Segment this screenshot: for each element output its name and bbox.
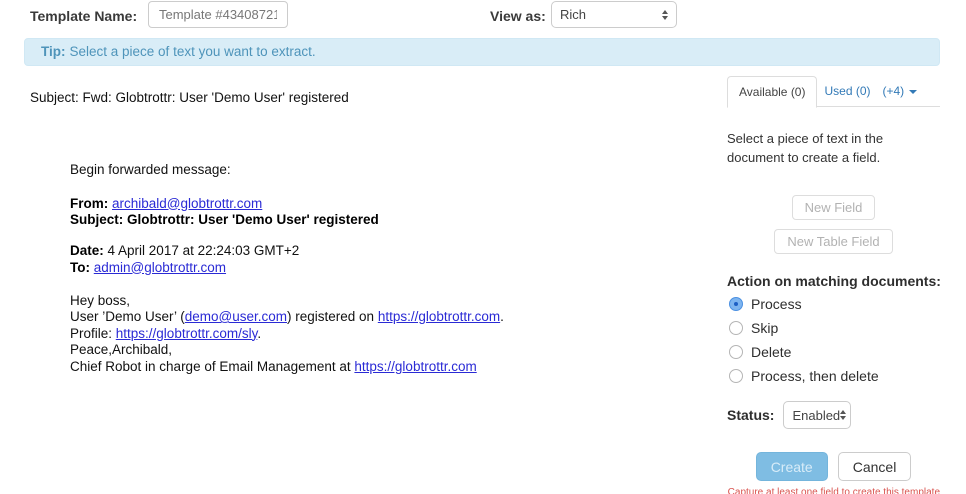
subject-value[interactable]: Globtrottr: User 'Demo User' registered: [127, 212, 379, 227]
profile-line-text[interactable]: Profile:: [70, 326, 116, 341]
profile-link[interactable]: https://globtrottr.com/sly: [116, 326, 258, 341]
to-label[interactable]: To:: [70, 260, 90, 275]
template-name-input[interactable]: [148, 1, 288, 28]
to-email-link[interactable]: admin@globtrottr.com: [94, 260, 226, 275]
updown-arrows-icon: [840, 410, 846, 420]
registered-line-text[interactable]: User ’Demo User’ (: [70, 309, 185, 324]
profile-line-end[interactable]: .: [257, 326, 261, 341]
email-headers-block[interactable]: From: archibald@globtrottr.com Subject: …: [70, 196, 670, 229]
fields-sidebar: Available (0)Used (0) (+4) Select a piece…: [727, 75, 940, 494]
new-field-button[interactable]: New Field: [792, 195, 876, 220]
radio-process-then-delete-label: Process, then delete: [751, 368, 879, 384]
signature-link[interactable]: https://globtrottr.com: [354, 359, 476, 374]
tab-available[interactable]: Available (0): [727, 76, 817, 108]
from-label[interactable]: From:: [70, 196, 108, 211]
status-select[interactable]: Enabled: [783, 401, 851, 429]
fields-tabbar: Available (0)Used (0) (+4): [727, 75, 940, 107]
view-as-label: View as:: [490, 8, 546, 24]
status-row: Status: Enabled: [727, 401, 940, 429]
tab-more-label: (+4): [883, 84, 905, 98]
action-heading: Action on matching documents:: [727, 273, 940, 289]
begin-forwarded-line[interactable]: Begin forwarded message:: [70, 162, 670, 179]
radio-delete[interactable]: Delete: [727, 340, 940, 364]
tab-more[interactable]: (+4): [878, 76, 923, 108]
date-label[interactable]: Date:: [70, 243, 104, 258]
greeting-line[interactable]: Hey boss,: [70, 293, 130, 308]
registered-line-mid[interactable]: ) registered on: [287, 309, 378, 324]
tip-text: Select a piece of text you want to extra…: [70, 44, 316, 59]
radio-selected-icon[interactable]: [729, 297, 743, 311]
signoff-line[interactable]: Peace,Archibald,: [70, 342, 172, 357]
updown-arrows-icon: [662, 10, 668, 20]
subject-label[interactable]: Subject:: [70, 212, 123, 227]
demo-user-email-link[interactable]: demo@user.com: [185, 309, 287, 324]
email-message-block[interactable]: Hey boss, User ’Demo User’ (demo@user.co…: [70, 293, 670, 376]
radio-skip-label: Skip: [751, 320, 778, 336]
radio-process-label: Process: [751, 296, 802, 312]
new-table-field-button[interactable]: New Table Field: [774, 229, 892, 254]
registered-line-end[interactable]: .: [500, 309, 504, 324]
chevron-down-icon: [909, 90, 917, 94]
radio-delete-label: Delete: [751, 344, 791, 360]
radio-process[interactable]: Process: [727, 292, 940, 316]
template-editor-window: Template Name: View as: Rich Tip: Select …: [0, 0, 966, 494]
radio-skip[interactable]: Skip: [727, 316, 940, 340]
select-text-instruction: Select a piece of text in the document t…: [727, 129, 919, 167]
radio-process-then-delete[interactable]: Process, then delete: [727, 364, 940, 388]
cancel-button[interactable]: Cancel: [838, 452, 912, 481]
create-button[interactable]: Create: [756, 452, 828, 481]
email-date-block[interactable]: Date: 4 April 2017 at 22:24:03 GMT+2 To:…: [70, 243, 670, 276]
radio-unselected-icon[interactable]: [729, 369, 743, 383]
create-warning-text: Capture at least one field to create thi…: [727, 487, 940, 494]
tip-prefix: Tip:: [41, 44, 66, 59]
template-name-label: Template Name:: [30, 8, 137, 24]
email-body[interactable]: Begin forwarded message: From: archibald…: [70, 162, 670, 375]
radio-unselected-icon[interactable]: [729, 321, 743, 335]
tab-used[interactable]: Used (0): [819, 76, 875, 108]
action-buttons-row: Create Cancel: [727, 452, 940, 481]
radio-unselected-icon[interactable]: [729, 345, 743, 359]
tip-banner: Tip: Select a piece of text you want to e…: [24, 38, 940, 66]
view-as-select[interactable]: Rich: [551, 1, 677, 28]
status-label: Status:: [727, 407, 774, 423]
globtrottr-link[interactable]: https://globtrottr.com: [378, 309, 500, 324]
email-subject-line[interactable]: Subject: Fwd: Globtrottr: User 'Demo Use…: [30, 90, 349, 105]
from-email-link[interactable]: archibald@globtrottr.com: [112, 196, 262, 211]
status-selected-value: Enabled: [792, 408, 840, 423]
date-value[interactable]: 4 April 2017 at 22:24:03 GMT+2: [108, 243, 300, 258]
action-radio-group: Process Skip Delete Process, then delete: [727, 292, 940, 388]
signature-line-text[interactable]: Chief Robot in charge of Email Managemen…: [70, 359, 354, 374]
view-as-selected-value: Rich: [560, 7, 586, 22]
